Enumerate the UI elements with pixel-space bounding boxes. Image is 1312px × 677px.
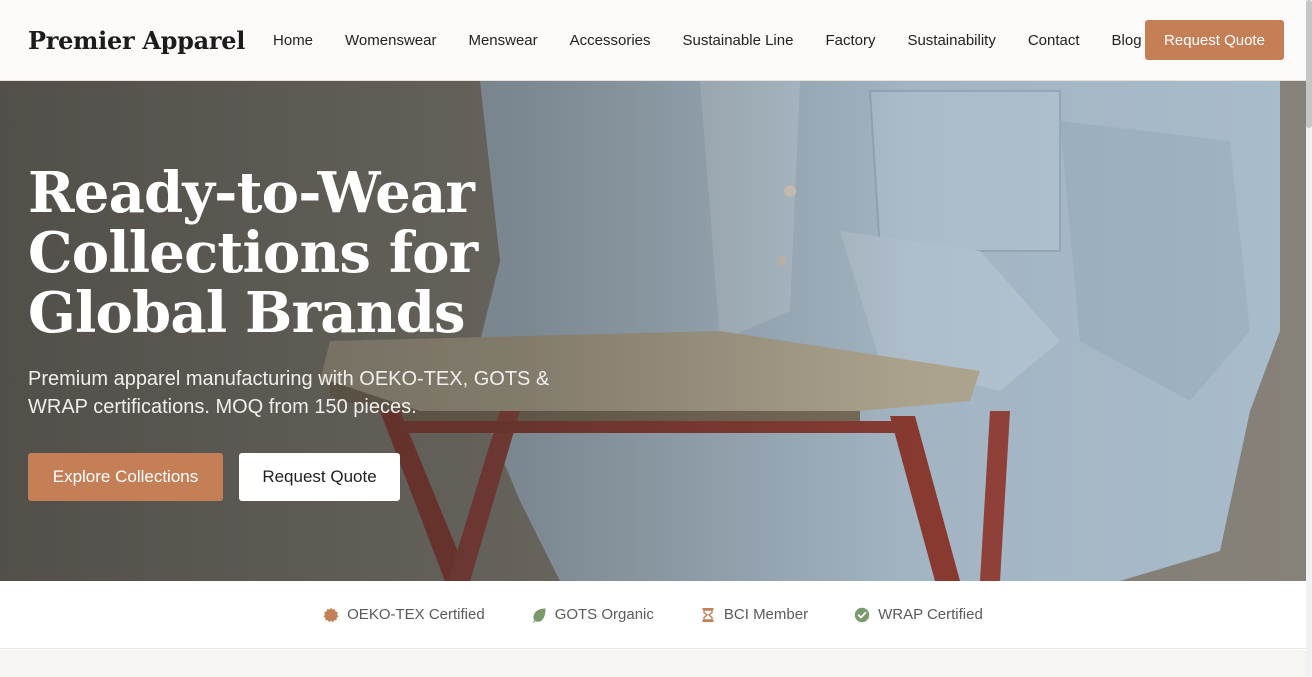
hero-subtitle: Premium apparel manufacturing with OEKO-… [28,368,550,418]
hero-title: Ready-to-Wear Collections for Global Bra… [28,160,478,346]
cert-item-gots: GOTS Organic [531,606,654,623]
next-section-edge [0,650,1306,677]
nav-link-accessories[interactable]: Accessories [570,32,651,49]
hero-content: Ready-to-Wear Collections for Global Bra… [28,163,668,501]
main-nav: Home Womenswear Menswear Accessories Sus… [273,32,1142,49]
nav-link-sustainability[interactable]: Sustainability [907,32,995,49]
header-request-quote-button[interactable]: Request Quote [1145,20,1284,60]
nav-link-home[interactable]: Home [273,32,313,49]
check-circle-icon [854,607,870,622]
site-header: Premier Apparel Home Womenswear Menswear… [0,0,1312,81]
hourglass-icon [702,607,714,622]
site-logo[interactable]: Premier Apparel [28,26,245,55]
nav-link-blog[interactable]: Blog [1112,32,1142,49]
nav-link-factory[interactable]: Factory [825,32,875,49]
hero-section: Ready-to-Wear Collections for Global Bra… [0,81,1306,581]
cert-item-wrap: WRAP Certified [854,606,983,623]
explore-collections-button[interactable]: Explore Collections [28,453,223,501]
hero-actions: Explore Collections Request Quote [28,453,668,501]
nav-link-menswear[interactable]: Menswear [468,32,537,49]
cert-item-oeko-tex: OEKO-TEX Certified [323,606,485,623]
hero-request-quote-button[interactable]: Request Quote [239,453,400,501]
page-scrollbar[interactable] [1306,0,1312,677]
leaf-icon [532,608,546,623]
nav-link-contact[interactable]: Contact [1028,32,1080,49]
scrollbar-thumb[interactable] [1306,0,1312,128]
cert-label: BCI Member [723,606,809,623]
cert-label: GOTS Organic [554,606,654,623]
nav-link-sustainable-line[interactable]: Sustainable Line [683,32,794,49]
nav-link-womenswear[interactable]: Womenswear [345,32,436,49]
certifications-bar: OEKO-TEX Certified GOTS Organic BCI Memb… [0,581,1306,649]
cert-label: OEKO-TEX Certified [347,606,485,623]
badge-icon [323,607,339,622]
cert-item-bci: BCI Member [700,606,808,623]
cert-label: WRAP Certified [878,606,983,623]
